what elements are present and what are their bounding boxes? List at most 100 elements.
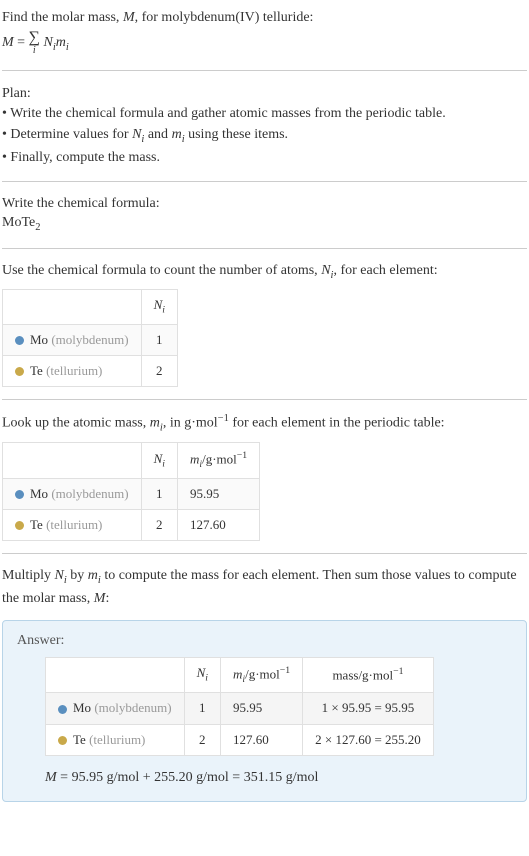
sigma-icon: ∑i [29,30,40,56]
chemical-formula: MoTe2 [2,213,527,235]
element-name: (molybdenum) [51,332,128,347]
m-value: 95.95 [177,478,259,509]
sigma-symbol: ∑ [29,29,40,46]
question-line: Find the molar mass, M, for molybdenum(I… [2,8,527,28]
eq-lhs: M [2,35,14,50]
element-cell: Te (tellurium) [3,355,142,386]
eq-equals: = [14,35,29,50]
text: and [144,127,171,142]
text: Multiply [2,568,55,583]
table-row: Mo (molybdenum) 1 [3,324,178,355]
color-dot-icon [15,336,24,345]
calc-value: 1 × 95.95 = 95.95 [303,693,434,724]
var-m: m [88,568,98,583]
table-row: Te (tellurium) 2 [3,355,178,386]
plan-title: Plan: [2,84,527,104]
n-value: 1 [141,324,177,355]
answer-content: Ni mi/g·mol−1 mass/g·mol−1 Mo (molybdenu… [17,657,512,788]
element-symbol: Mo [30,486,48,501]
eq-m-sub: i [66,42,69,53]
table-row: Mo (molybdenum) 1 95.95 [3,478,260,509]
element-symbol: Mo [73,700,91,715]
text: Look up the atomic mass, [2,416,150,431]
text: Use the chemical formula to count the nu… [2,263,321,278]
mass-block: Look up the atomic mass, mi, in g·mol−1 … [2,408,527,549]
element-symbol: Te [73,732,86,747]
plan-item: • Determine values for Ni and mi using t… [2,125,527,147]
divider [2,399,527,400]
final-result: M = 95.95 g/mol + 255.20 g/mol = 351.15 … [45,768,512,788]
calc-value: 2 × 127.60 = 255.20 [303,724,434,755]
text: • Determine values for [2,127,132,142]
plan-item: • Finally, compute the mass. [2,148,527,168]
element-name: (tellurium) [46,517,102,532]
count-title: Use the chemical formula to count the nu… [2,261,527,283]
element-name: (molybdenum) [51,486,128,501]
table-header-row: Ni mi/g·mol−1 [3,443,260,479]
color-dot-icon [15,490,24,499]
formula-title: Write the chemical formula: [2,194,527,214]
eq-N: N [43,35,52,50]
element-symbol: Te [30,363,43,378]
header-N: Ni [184,657,220,693]
eq-m: m [56,35,66,50]
table-row: Te (tellurium) 2 127.60 2 × 127.60 = 255… [46,724,434,755]
element-cell: Mo (molybdenum) [3,478,142,509]
count-block: Use the chemical formula to count the nu… [2,257,527,395]
element-symbol: Mo [30,332,48,347]
sigma-index: i [29,46,40,56]
element-symbol: Te [30,517,43,532]
plan-item: • Write the chemical formula and gather … [2,104,527,124]
m-value: 95.95 [220,693,302,724]
text: using these items. [185,127,288,142]
answer-box: Answer: Ni mi/g·mol−1 mass/g·mol−1 Mo (m… [2,620,527,802]
m-value: 127.60 [220,724,302,755]
text: , for molybdenum(IV) telluride: [135,10,314,25]
formula-sub: 2 [35,222,40,233]
n-value: 2 [141,509,177,540]
divider [2,181,527,182]
var-m: m [150,416,160,431]
divider [2,248,527,249]
table-row: Mo (molybdenum) 1 95.95 1 × 95.95 = 95.9… [46,693,434,724]
text: for each element in the periodic table: [229,416,445,431]
var-N: N [55,568,64,583]
element-cell: Mo (molybdenum) [46,693,185,724]
text: by [67,568,88,583]
header-N: Ni [141,443,177,479]
formula-block: Write the chemical formula: MoTe2 [2,190,527,244]
var-M: M [45,770,57,785]
n-value: 2 [184,724,220,755]
text: , for each element: [333,263,437,278]
n-value: 1 [141,478,177,509]
element-cell: Te (tellurium) [46,724,185,755]
var-M: M [123,10,135,25]
answer-label: Answer: [17,631,512,651]
header-m: mi/g·mol−1 [177,443,259,479]
multiply-block: Multiply Ni by mi to compute the mass fo… [2,562,527,616]
text: : [105,591,109,606]
table-header-row: Ni [3,290,178,324]
empty-header [46,657,185,693]
var-N: N [321,263,330,278]
n-value: 1 [184,693,220,724]
n-value: 2 [141,355,177,386]
final-equation: = 95.95 g/mol + 255.20 g/mol = 351.15 g/… [57,770,319,785]
text: , in g·mol [163,416,218,431]
header-N: Ni [141,290,177,324]
header-m: mi/g·mol−1 [220,657,302,693]
var-m: m [172,127,182,142]
count-table: Ni Mo (molybdenum) 1 Te (tellurium) 2 [2,289,178,387]
color-dot-icon [15,367,24,376]
empty-header [3,290,142,324]
plan-block: Plan: • Write the chemical formula and g… [2,79,527,177]
m-value: 127.60 [177,509,259,540]
element-name: (molybdenum) [94,700,171,715]
mass-table: Ni mi/g·mol−1 Mo (molybdenum) 1 95.95 Te… [2,442,260,541]
color-dot-icon [58,705,67,714]
element-name: (tellurium) [46,363,102,378]
element-name: (tellurium) [89,732,145,747]
table-header-row: Ni mi/g·mol−1 mass/g·mol−1 [46,657,434,693]
header-mass: mass/g·mol−1 [303,657,434,693]
question-block: Find the molar mass, M, for molybdenum(I… [2,4,527,66]
